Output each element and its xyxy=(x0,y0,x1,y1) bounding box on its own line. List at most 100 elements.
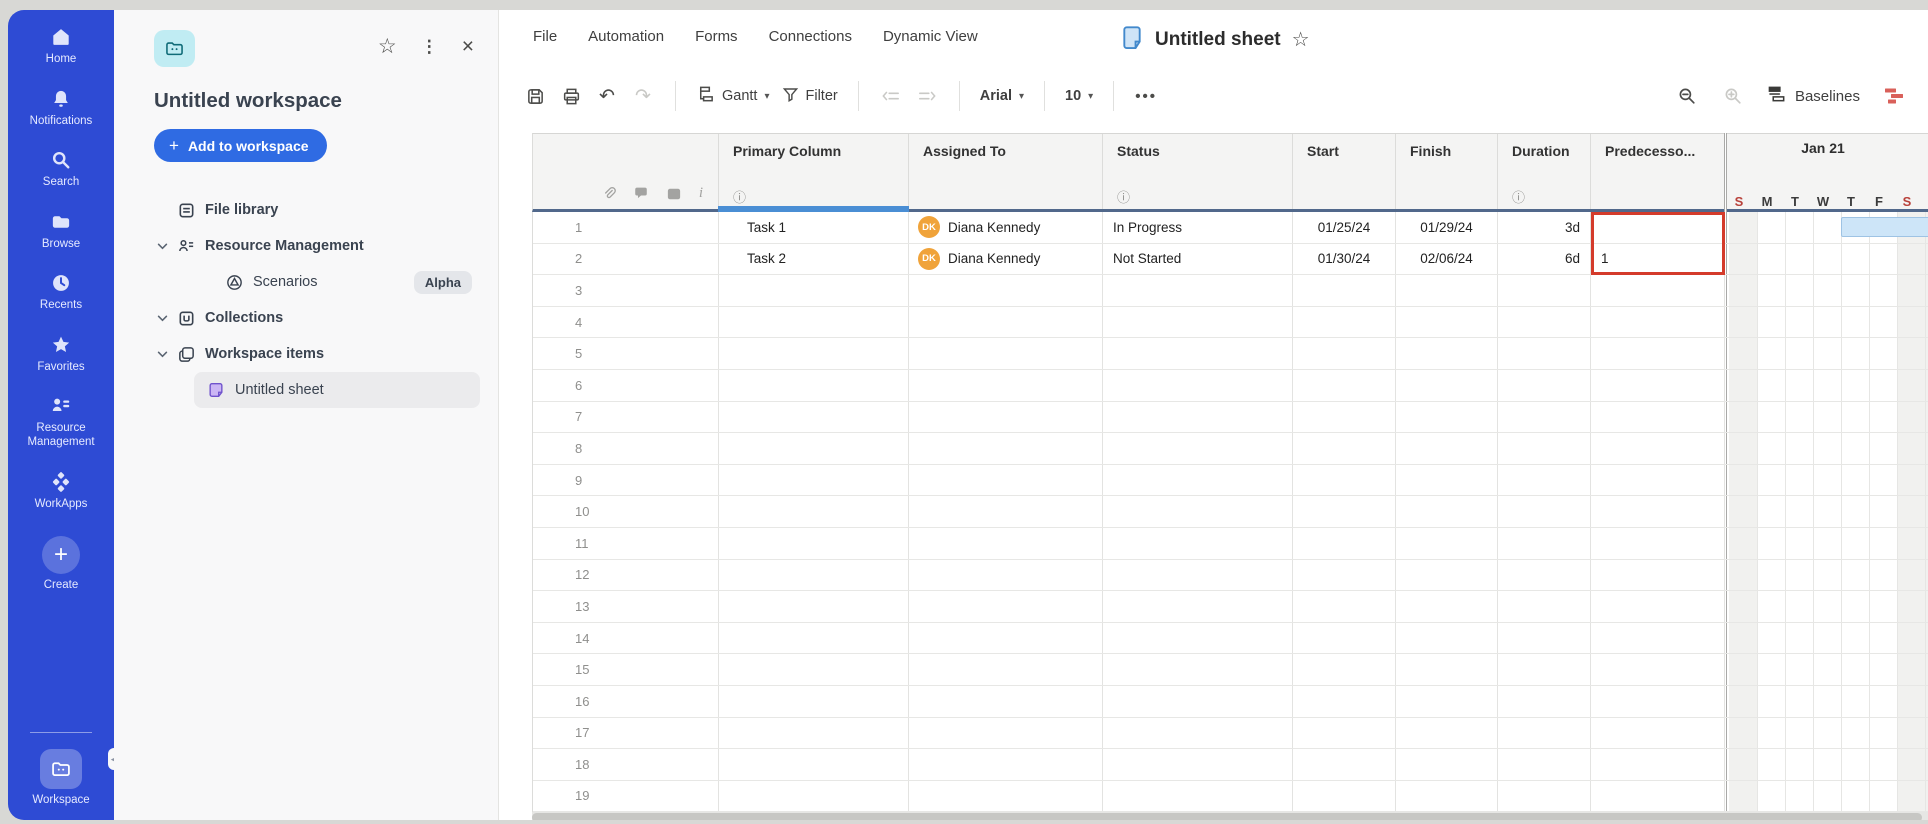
attachment-icon[interactable] xyxy=(601,185,616,201)
redo-button[interactable]: ↷ xyxy=(625,79,661,113)
cell-status[interactable] xyxy=(1103,433,1293,464)
cell-assigned-to[interactable] xyxy=(909,685,1103,717)
cell-predecessors[interactable] xyxy=(1591,749,1725,780)
gantt-row-area[interactable] xyxy=(1725,749,1928,780)
cell-finish[interactable] xyxy=(1396,685,1498,717)
cell-predecessors[interactable] xyxy=(1591,496,1725,527)
cell-status[interactable] xyxy=(1103,275,1293,306)
row-number[interactable]: 11 xyxy=(533,527,719,559)
cell-duration[interactable] xyxy=(1498,338,1591,369)
cell-duration[interactable] xyxy=(1498,717,1591,749)
cell-start[interactable] xyxy=(1293,306,1396,338)
cell-duration[interactable] xyxy=(1498,780,1591,812)
create-button[interactable]: + Create xyxy=(8,536,114,593)
cell-primary[interactable] xyxy=(719,306,909,338)
cell-status[interactable]: In Progress xyxy=(1103,212,1293,243)
favorite-workspace-button[interactable]: ☆ xyxy=(378,36,397,57)
row-number[interactable]: 18 xyxy=(533,749,719,780)
tree-item-scenarios[interactable]: Scenarios Alpha xyxy=(224,264,474,300)
menu-file[interactable]: File xyxy=(533,28,557,45)
gantt-row-area[interactable] xyxy=(1725,781,1928,812)
info-icon[interactable]: ⓘ xyxy=(1117,191,1292,204)
cell-duration[interactable] xyxy=(1498,496,1591,527)
cell-start[interactable] xyxy=(1293,622,1396,654)
cell-predecessors[interactable] xyxy=(1591,433,1725,464)
gantt-row-area[interactable] xyxy=(1725,275,1928,306)
cell-finish[interactable] xyxy=(1396,622,1498,654)
cell-start[interactable] xyxy=(1293,685,1396,717)
cell-finish[interactable] xyxy=(1396,591,1498,622)
info-icon[interactable]: ⓘ xyxy=(733,191,908,204)
cell-predecessors[interactable] xyxy=(1591,654,1725,685)
sidebar-item-favorites[interactable]: Favorites xyxy=(8,334,114,375)
column-header-start[interactable]: Start xyxy=(1293,134,1396,209)
cell-assigned-to[interactable] xyxy=(909,496,1103,527)
cell-duration[interactable] xyxy=(1498,527,1591,559)
menu-connections[interactable]: Connections xyxy=(769,28,852,45)
cell-finish[interactable]: 01/29/24 xyxy=(1396,212,1498,243)
cell-status[interactable] xyxy=(1103,591,1293,622)
cell-assigned-to[interactable]: DK Diana Kennedy xyxy=(909,212,1103,243)
cell-finish[interactable] xyxy=(1396,717,1498,749)
cell-primary[interactable] xyxy=(719,717,909,749)
cell-primary[interactable] xyxy=(719,622,909,654)
cell-duration[interactable] xyxy=(1498,622,1591,654)
comment-icon[interactable] xyxy=(633,185,649,201)
menu-automation[interactable]: Automation xyxy=(588,28,664,45)
column-header-duration[interactable]: Duration ⓘ xyxy=(1498,134,1591,209)
cell-start[interactable] xyxy=(1293,496,1396,527)
cell-start[interactable] xyxy=(1293,464,1396,496)
cell-primary[interactable]: Task 1 xyxy=(719,212,909,243)
cell-status[interactable] xyxy=(1103,306,1293,338)
tree-item-collections[interactable]: Collections xyxy=(154,300,474,336)
gantt-row-area[interactable] xyxy=(1725,496,1928,527)
gantt-row-area[interactable] xyxy=(1725,370,1928,401)
tree-item-file-library[interactable]: File library xyxy=(154,192,474,228)
cell-status[interactable] xyxy=(1103,369,1293,401)
chevron-down-icon[interactable] xyxy=(154,351,170,358)
cell-predecessors[interactable] xyxy=(1591,527,1725,559)
cell-duration[interactable] xyxy=(1498,654,1591,685)
cell-status[interactable] xyxy=(1103,780,1293,812)
cell-assigned-to[interactable] xyxy=(909,559,1103,591)
cell-primary[interactable] xyxy=(719,749,909,780)
row-number[interactable]: 6 xyxy=(533,369,719,401)
filter-button[interactable]: Filter xyxy=(776,86,844,107)
cell-status[interactable]: Not Started xyxy=(1103,243,1293,275)
cell-status[interactable] xyxy=(1103,622,1293,654)
cell-start[interactable] xyxy=(1293,780,1396,812)
tree-item-workspace-items[interactable]: Workspace items xyxy=(154,336,474,372)
sidebar-item-workspace[interactable]: Workspace xyxy=(8,733,114,808)
cell-start[interactable]: 01/25/24 xyxy=(1293,212,1396,243)
row-number[interactable]: 17 xyxy=(533,717,719,749)
horizontal-scrollbar[interactable] xyxy=(532,812,1928,820)
cell-predecessors[interactable] xyxy=(1591,338,1725,369)
cell-start[interactable] xyxy=(1293,401,1396,433)
row-number[interactable]: 9 xyxy=(533,464,719,496)
row-number[interactable]: 3 xyxy=(533,275,719,306)
row-number[interactable]: 15 xyxy=(533,654,719,685)
cell-primary[interactable] xyxy=(719,559,909,591)
sidebar-item-workapps[interactable]: WorkApps xyxy=(8,471,114,512)
sidebar-item-search[interactable]: Search xyxy=(8,149,114,190)
cell-start[interactable] xyxy=(1293,591,1396,622)
gantt-row-area[interactable] xyxy=(1725,591,1928,622)
sidebar-item-resource-management[interactable]: Resource Management xyxy=(8,395,114,449)
info-icon[interactable]: ⓘ xyxy=(1512,191,1590,204)
cell-assigned-to[interactable] xyxy=(909,654,1103,685)
cell-duration[interactable]: 6d xyxy=(1498,243,1591,275)
cell-predecessors[interactable] xyxy=(1591,780,1725,812)
baselines-button[interactable]: Baselines xyxy=(1761,85,1866,108)
cell-primary[interactable] xyxy=(719,654,909,685)
cell-assigned-to[interactable] xyxy=(909,527,1103,559)
cell-duration[interactable] xyxy=(1498,749,1591,780)
cell-duration[interactable] xyxy=(1498,369,1591,401)
gantt-row-area[interactable] xyxy=(1725,244,1928,275)
cell-assigned-to[interactable] xyxy=(909,338,1103,369)
cell-finish[interactable] xyxy=(1396,780,1498,812)
gantt-row-area[interactable] xyxy=(1725,402,1928,433)
gantt-row-area[interactable] xyxy=(1725,686,1928,717)
cell-finish[interactable] xyxy=(1396,306,1498,338)
tree-item-resource-management[interactable]: Resource Management xyxy=(154,228,474,264)
cell-predecessors[interactable] xyxy=(1591,685,1725,717)
